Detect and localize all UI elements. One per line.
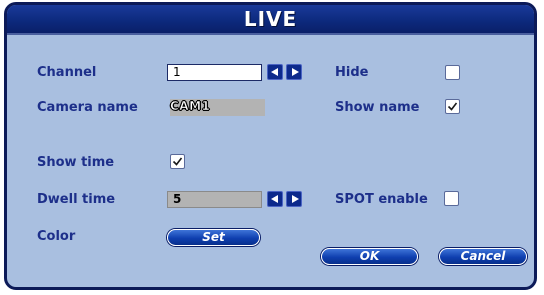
- channel-prev-arrow-icon[interactable]: [267, 64, 283, 80]
- show-time-checkbox[interactable]: [170, 154, 185, 169]
- ok-button[interactable]: OK: [321, 248, 418, 265]
- camera-name-label: Camera name: [37, 100, 138, 115]
- color-label: Color: [37, 229, 76, 244]
- show-name-checkbox[interactable]: [445, 99, 460, 114]
- spot-enable-label: SPOT enable: [335, 192, 428, 207]
- dwell-time-prev-arrow-icon[interactable]: [267, 191, 283, 207]
- camera-name-field[interactable]: CAM1: [170, 99, 265, 116]
- camera-name-value: CAM1: [170, 99, 211, 114]
- title-bar: LIVE: [7, 5, 534, 35]
- show-time-label: Show time: [37, 155, 115, 170]
- checkmark-icon: [172, 157, 183, 166]
- dialog-title: LIVE: [243, 7, 298, 31]
- dwell-time-label: Dwell time: [37, 192, 116, 207]
- show-name-label: Show name: [335, 100, 420, 115]
- dwell-time-field[interactable]: 5: [167, 191, 262, 208]
- checkmark-icon: [447, 102, 458, 111]
- dwell-time-next-arrow-icon[interactable]: [286, 191, 302, 207]
- hide-label: Hide: [335, 65, 369, 80]
- color-set-button[interactable]: Set: [167, 229, 260, 246]
- channel-label: Channel: [37, 65, 97, 80]
- spot-enable-checkbox[interactable]: [444, 191, 459, 206]
- hide-checkbox[interactable]: [445, 65, 460, 80]
- channel-field[interactable]: 1: [167, 64, 262, 81]
- channel-next-arrow-icon[interactable]: [286, 64, 302, 80]
- cancel-button[interactable]: Cancel: [439, 248, 527, 265]
- live-settings-dialog: LIVE Channel 1 Hide Camera name CAM1 Sho…: [4, 2, 537, 290]
